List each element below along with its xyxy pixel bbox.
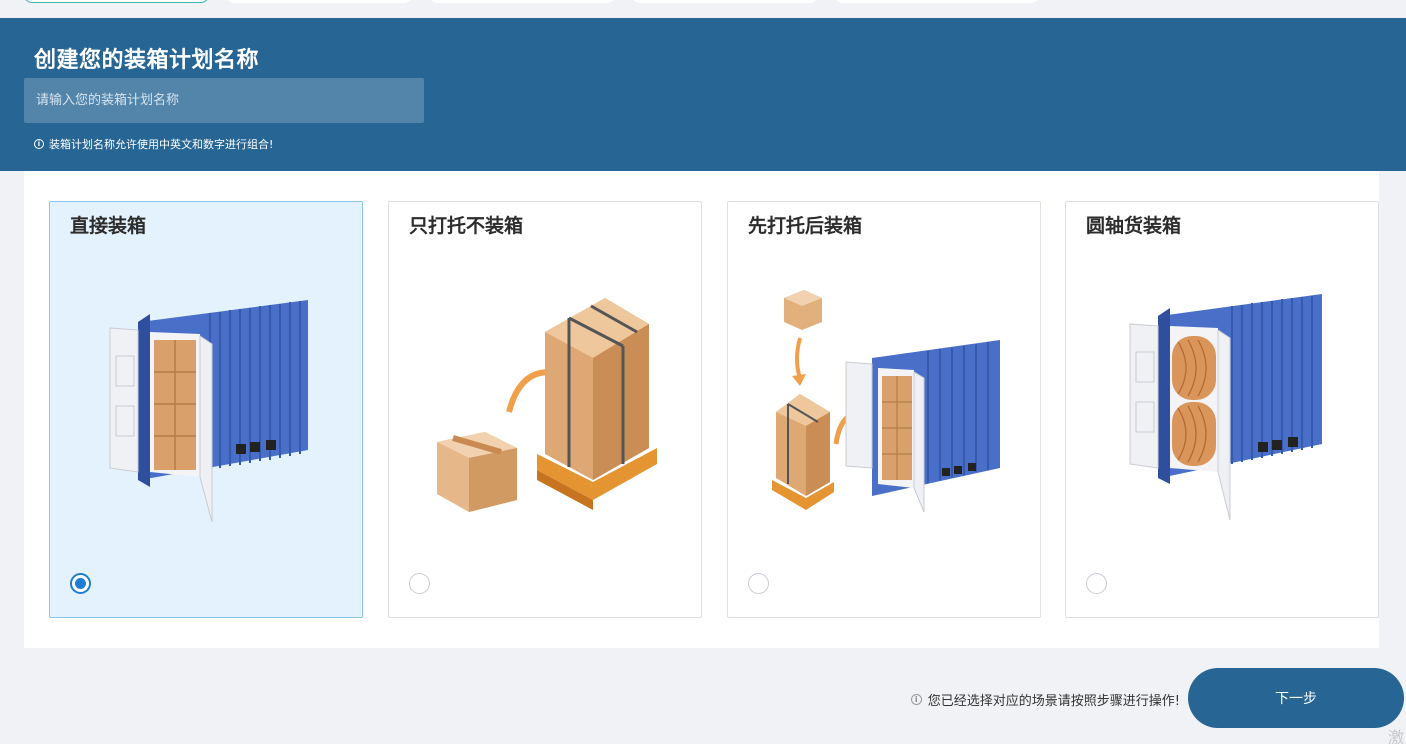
top-tab-4[interactable] bbox=[632, 0, 818, 3]
pallet-boxes-illustration bbox=[437, 298, 657, 512]
corner-watermark-text: 激 bbox=[1388, 728, 1405, 744]
plan-name-header: 创建您的装箱计划名称 i 装箱计划名称允许使用中英文和数字进行组合! bbox=[0, 18, 1406, 171]
scenario-card-pallet-only[interactable]: 只打托不装箱 bbox=[388, 201, 702, 618]
pallet-into-container-illustration bbox=[772, 290, 1000, 513]
scenario-title: 只打托不装箱 bbox=[409, 215, 524, 237]
scenario-panel: 直接装箱 只打托不装箱 先打托后装箱 圆轴货装箱 bbox=[24, 171, 1379, 648]
next-step-button[interactable]: 下一步 bbox=[1188, 668, 1404, 728]
plan-name-hint: i 装箱计划名称允许使用中英文和数字进行组合! bbox=[34, 136, 273, 152]
selection-note: i 您已经选择对应的场景请按照步骤进行操作! bbox=[910, 690, 1180, 709]
plan-name-hint-text: 装箱计划名称允许使用中英文和数字进行组合! bbox=[49, 138, 274, 151]
top-tab-1[interactable] bbox=[24, 0, 209, 3]
page-title: 创建您的装箱计划名称 bbox=[34, 48, 260, 73]
top-tab-2[interactable] bbox=[226, 0, 412, 3]
selection-note-text: 您已经选择对应的场景请按照步骤进行操作! bbox=[927, 694, 1180, 709]
scenario-radio[interactable] bbox=[748, 573, 769, 594]
container-with-rolls-illustration bbox=[1129, 294, 1322, 521]
top-tab-5[interactable] bbox=[835, 0, 1039, 3]
scenario-card-direct-loading[interactable]: 直接装箱 bbox=[49, 201, 363, 618]
scenario-title: 圆轴货装箱 bbox=[1086, 215, 1182, 237]
scenario-title: 直接装箱 bbox=[70, 215, 147, 237]
scenario-card-pallet-then-load[interactable]: 先打托后装箱 bbox=[727, 201, 1041, 618]
plan-name-input[interactable] bbox=[24, 78, 424, 123]
top-tab-strip bbox=[0, 0, 1406, 18]
scenario-radio[interactable] bbox=[70, 573, 91, 594]
info-icon: i bbox=[34, 139, 44, 149]
scenario-radio[interactable] bbox=[1086, 573, 1107, 594]
scenario-card-roll-cargo[interactable]: 圆轴货装箱 bbox=[1065, 201, 1379, 618]
top-tab-3[interactable] bbox=[429, 0, 615, 3]
scenario-radio[interactable] bbox=[409, 573, 430, 594]
container-with-boxes-illustration bbox=[109, 300, 308, 523]
scenario-title: 先打托后装箱 bbox=[748, 215, 863, 237]
info-icon: i bbox=[910, 694, 922, 705]
